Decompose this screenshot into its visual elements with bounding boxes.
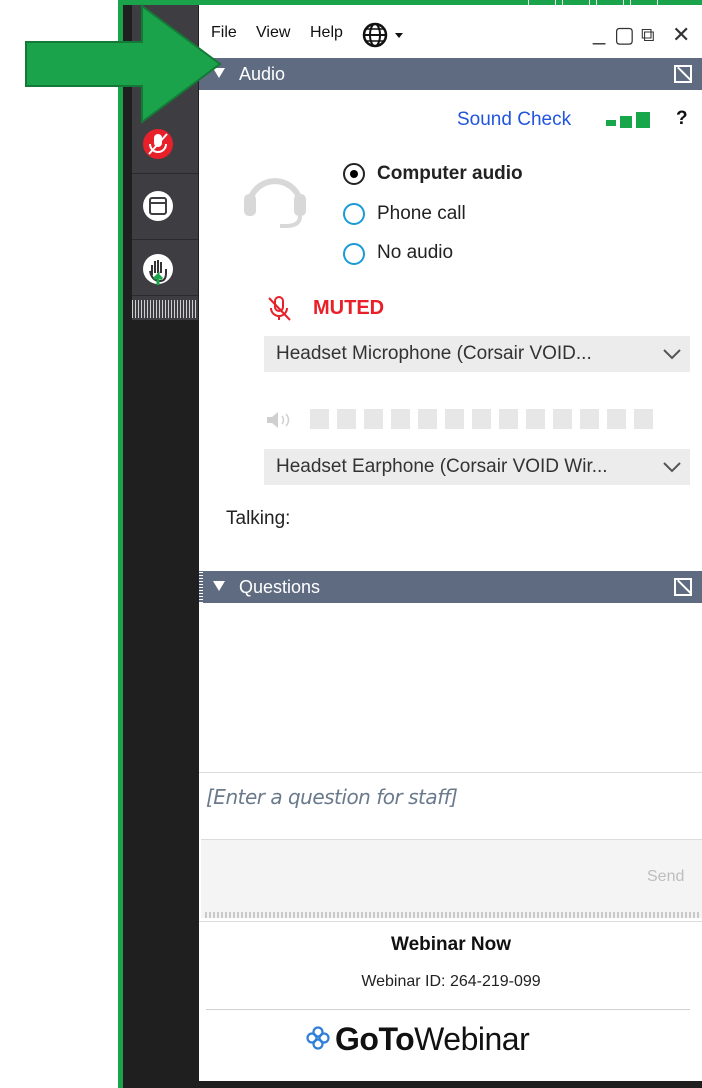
question-input[interactable] (201, 839, 702, 918)
collapse-triangle-icon[interactable] (213, 581, 225, 591)
phone-call-label[interactable]: Phone call (377, 203, 466, 225)
no-audio-label[interactable]: No audio (377, 242, 453, 264)
minimize-button[interactable]: _ (593, 20, 605, 46)
signal-bars-icon (606, 112, 650, 128)
audio-section-title: Audio (239, 64, 286, 84)
no-audio-radio[interactable] (343, 243, 365, 265)
headset-icon (244, 178, 306, 228)
computer-audio-label[interactable]: Computer audio (377, 163, 523, 185)
phone-call-radio[interactable] (343, 203, 365, 225)
menu-view[interactable]: View (256, 24, 290, 42)
menu-help[interactable]: Help (310, 24, 343, 42)
volume-meter-cell (472, 409, 491, 429)
raise-hand-button[interactable] (132, 241, 198, 296)
volume-meter-cell (364, 409, 383, 429)
volume-meter-cell (391, 409, 410, 429)
resize-handle[interactable] (205, 912, 699, 918)
volume-meter-cell (445, 409, 464, 429)
webinar-title: Webinar Now (391, 934, 511, 955)
audio-section-header[interactable]: Audio (199, 58, 702, 90)
muted-status-label: MUTED (313, 297, 385, 319)
volume-meter-cell (580, 409, 599, 429)
brand-bold: GoTo (335, 1021, 415, 1057)
popout-section-icon[interactable] (674, 578, 692, 596)
send-button[interactable]: Send (647, 868, 684, 886)
volume-meter-cell (553, 409, 572, 429)
volume-meter-cell (310, 409, 329, 429)
globe-icon[interactable] (362, 22, 410, 48)
volume-meter-cell (337, 409, 356, 429)
computer-audio-radio[interactable] (343, 163, 365, 185)
microphone-select-value: Headset Microphone (Corsair VOID... (276, 343, 592, 364)
volume-meter-cell (526, 409, 545, 429)
volume-meter-cell (499, 409, 518, 429)
speaker-icon (267, 412, 290, 428)
questions-section-header[interactable]: Questions (199, 571, 702, 603)
questions-divider (199, 772, 702, 773)
volume-meter-cell (634, 409, 653, 429)
section-grip (199, 571, 203, 603)
talking-label: Talking: (226, 508, 291, 529)
question-input-placeholder[interactable]: [Enter a question for staff] (206, 785, 458, 809)
maximize-button[interactable]: ▢ (614, 22, 635, 48)
microphone-select[interactable]: Headset Microphone (Corsair VOID... (264, 336, 690, 372)
raise-hand-icon (143, 254, 173, 285)
speaker-select[interactable]: Headset Earphone (Corsair VOID Wir... (264, 449, 690, 485)
volume-meter-cell (607, 409, 626, 429)
footer-divider (206, 1009, 690, 1010)
gotowebinar-brand: GoToWebinar (335, 1021, 530, 1058)
outside-area (0, 700, 118, 1088)
screen-toggle-button[interactable] (132, 175, 198, 240)
audio-help-icon[interactable]: ? (676, 108, 688, 130)
close-button[interactable]: ✕ (672, 22, 690, 48)
green-arrow-icon (25, 4, 222, 124)
brand-regular: Webinar (414, 1021, 530, 1057)
chevron-down-icon (663, 349, 681, 360)
volume-meter-cell (418, 409, 437, 429)
volume-meter (310, 409, 660, 429)
speaker-select-value: Headset Earphone (Corsair VOID Wir... (276, 456, 608, 477)
popout-button[interactable]: ⧉ (641, 25, 655, 47)
webinar-id: Webinar ID: 264-219-099 (361, 973, 541, 990)
sound-check-link[interactable]: Sound Check (457, 109, 571, 131)
window-icon (143, 191, 173, 221)
mic-muted-status-icon (268, 296, 291, 321)
chevron-down-icon (663, 462, 681, 473)
popout-section-icon[interactable] (674, 65, 692, 83)
rail-drag-handle[interactable] (132, 300, 198, 318)
questions-section-title: Questions (239, 577, 321, 597)
gotowebinar-logo-icon (306, 1026, 330, 1050)
